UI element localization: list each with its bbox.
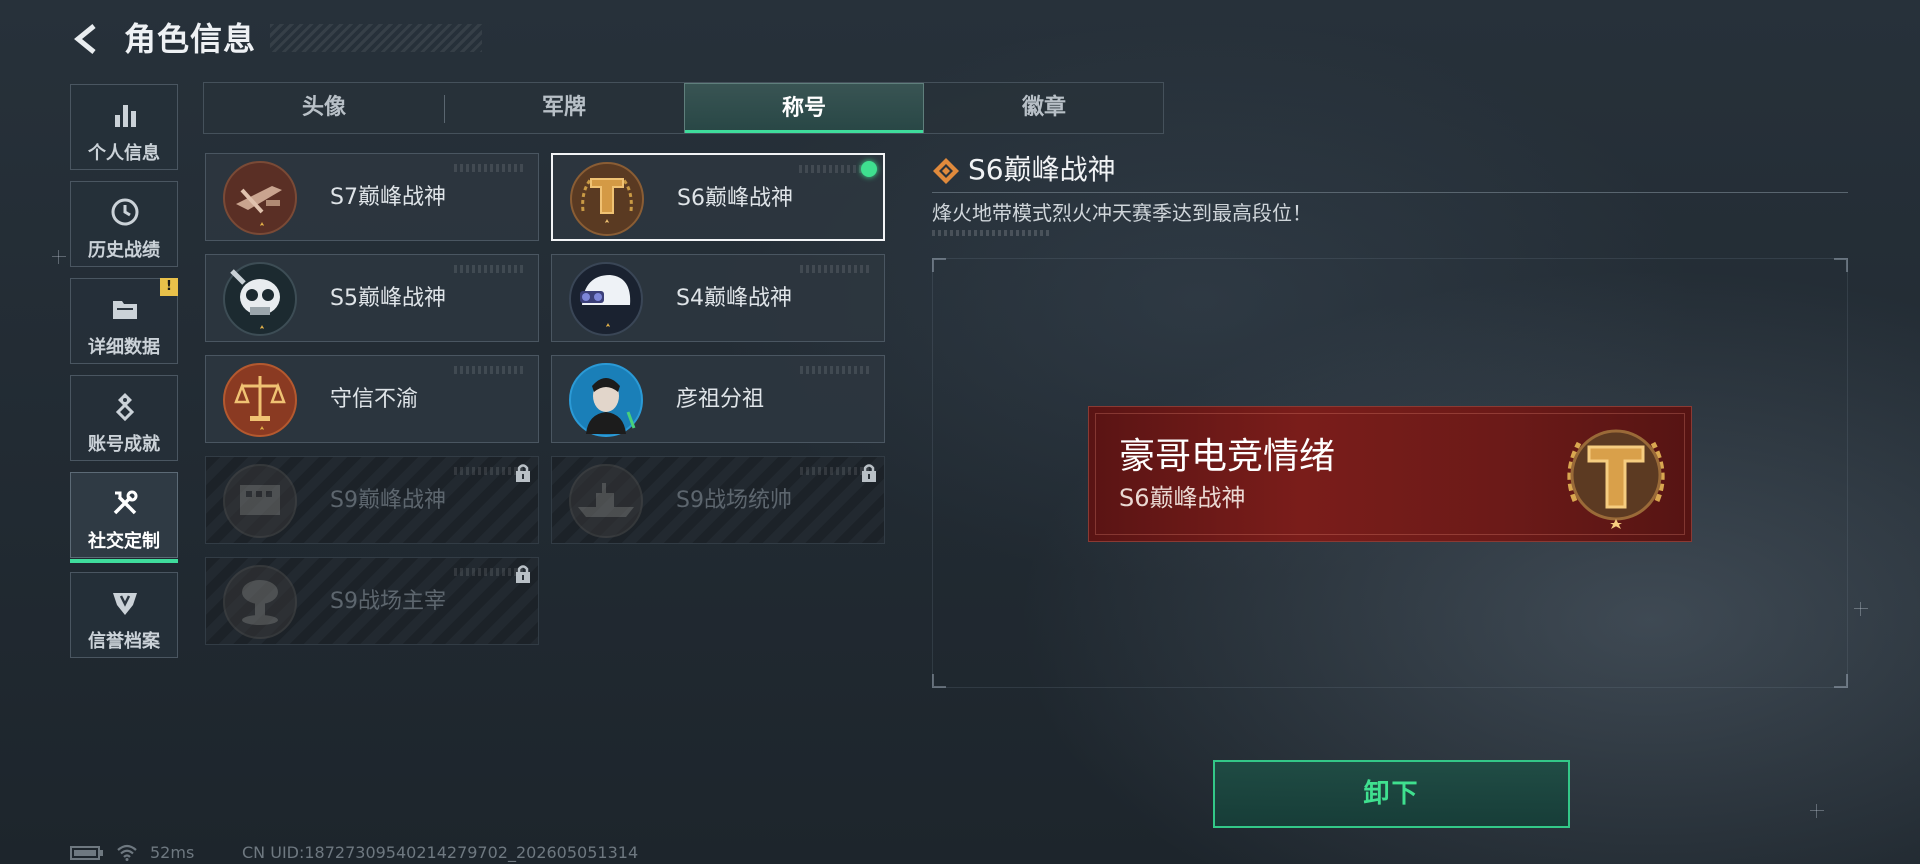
tab-dog-tag[interactable]: 军牌 [444,83,684,133]
back-arrow-icon[interactable] [70,22,104,56]
sidebar-item-personal-info[interactable]: 个人信息 [70,84,178,170]
frame-corner [932,674,946,688]
battery-icon [70,846,103,860]
sidebar-item-social-custom[interactable]: 社交定制 [70,472,178,563]
frame-corner [932,258,946,272]
tools-icon [113,490,138,515]
title-name: S4巅峰战神 [676,286,792,311]
lock-icon [516,565,530,583]
mushroom-cloud-emblem-icon [223,565,297,639]
sidebar-item-label: 详细数据 [88,337,160,358]
title-name: S6巅峰战神 [677,186,793,211]
title-card-keep-faith[interactable]: 守信不渝 [205,355,539,443]
lock-icon [862,464,876,482]
detail-description: 烽火地带模式烈火冲天赛季达到最高段位！ [932,201,1312,225]
unequip-button[interactable]: 卸下 [1213,760,1570,828]
tab-bar: 头像 军牌 称号 徽章 [203,82,1164,134]
sidebar-item-history[interactable]: 历史战绩 [70,181,178,267]
credit-shield-icon [113,593,137,615]
building-emblem-icon [223,464,297,538]
tab-titles[interactable]: 称号 [684,83,924,133]
diamond-rank-icon [933,158,959,184]
equipped-indicator [861,161,877,177]
title-card-s9-commander-locked[interactable]: S9战场统帅 [551,456,885,544]
wifi-icon [117,844,137,861]
notification-badge: ! [160,278,178,296]
page-title: 角色信息 [124,20,257,58]
user-uid: CN UID:18727309540214279702_202605051314 [242,843,639,862]
title-banner-preview: 豪哥电竞情绪 S6巅峰战神 [1088,406,1692,542]
banner-title: S6巅峰战神 [1119,484,1246,512]
crosshair-decoration [1854,602,1868,616]
title-name: S9战场主宰 [330,589,446,614]
sidebar-item-label: 信誉档案 [88,631,160,652]
bar-chart-icon [115,105,136,127]
ping-readout: 52ms [150,843,195,862]
sidebar-item-credit-record[interactable]: 信誉档案 [70,572,178,658]
crossbow-emblem-icon [223,161,297,235]
sidebar-item-achievements[interactable]: 账号成就 [70,375,178,461]
title-name: S7巅峰战神 [330,185,446,210]
title-name: S9战场统帅 [676,488,792,513]
helmet-emblem-icon [569,262,643,336]
title-card-s6-peak[interactable]: S6巅峰战神 [551,153,885,241]
title-name: S9巅峰战神 [330,488,446,513]
sidebar-item-detailed-data[interactable]: 详细数据 ! [70,278,178,364]
t-shield-emblem-icon [570,162,644,236]
title-name: S5巅峰战神 [330,286,446,311]
folder-icon [113,301,137,319]
title-card-s9-dominator-locked[interactable]: S9战场主宰 [205,557,539,645]
title-name: 守信不渝 [330,387,419,412]
frame-corner [1834,674,1848,688]
detail-divider [932,192,1848,193]
status-bar: 52ms CN UID:18727309540214279702_2026050… [70,843,770,863]
description-decoration [932,230,1052,236]
tab-badges[interactable]: 徽章 [924,83,1164,133]
detail-title: S6巅峰战神 [968,153,1116,186]
lock-icon [516,464,530,482]
scales-emblem-icon [223,363,297,437]
sidebar-item-label: 社交定制 [88,531,160,552]
sidebar-item-label: 账号成就 [88,434,160,455]
title-card-s5-peak[interactable]: S5巅峰战神 [205,254,539,342]
history-clock-icon [111,198,139,226]
achievement-icon [115,393,135,422]
crosshair-decoration [1810,804,1824,818]
title-decoration [270,24,482,52]
sidebar-item-label: 历史战绩 [88,240,160,261]
crosshair-decoration [52,250,66,264]
header: 角色信息 [70,18,482,60]
frame-corner [1834,258,1848,272]
unequip-button-label: 卸下 [1363,779,1420,809]
title-card-s7-peak[interactable]: S7巅峰战神 [205,153,539,241]
skull-mask-emblem-icon [223,262,297,336]
title-card-s4-peak[interactable]: S4巅峰战神 [551,254,885,342]
t-shield-emblem-icon [1567,429,1665,529]
title-card-yanzu[interactable]: 彦祖分祖 [551,355,885,443]
title-name: 彦祖分祖 [676,387,765,412]
tab-avatar[interactable]: 头像 [204,83,444,133]
banner-player-name: 豪哥电竞情绪 [1119,436,1336,477]
title-card-s9-peak-locked[interactable]: S9巅峰战神 [205,456,539,544]
warship-emblem-icon [569,464,643,538]
portrait-emblem-icon [569,363,643,437]
sidebar-item-label: 个人信息 [88,143,160,164]
